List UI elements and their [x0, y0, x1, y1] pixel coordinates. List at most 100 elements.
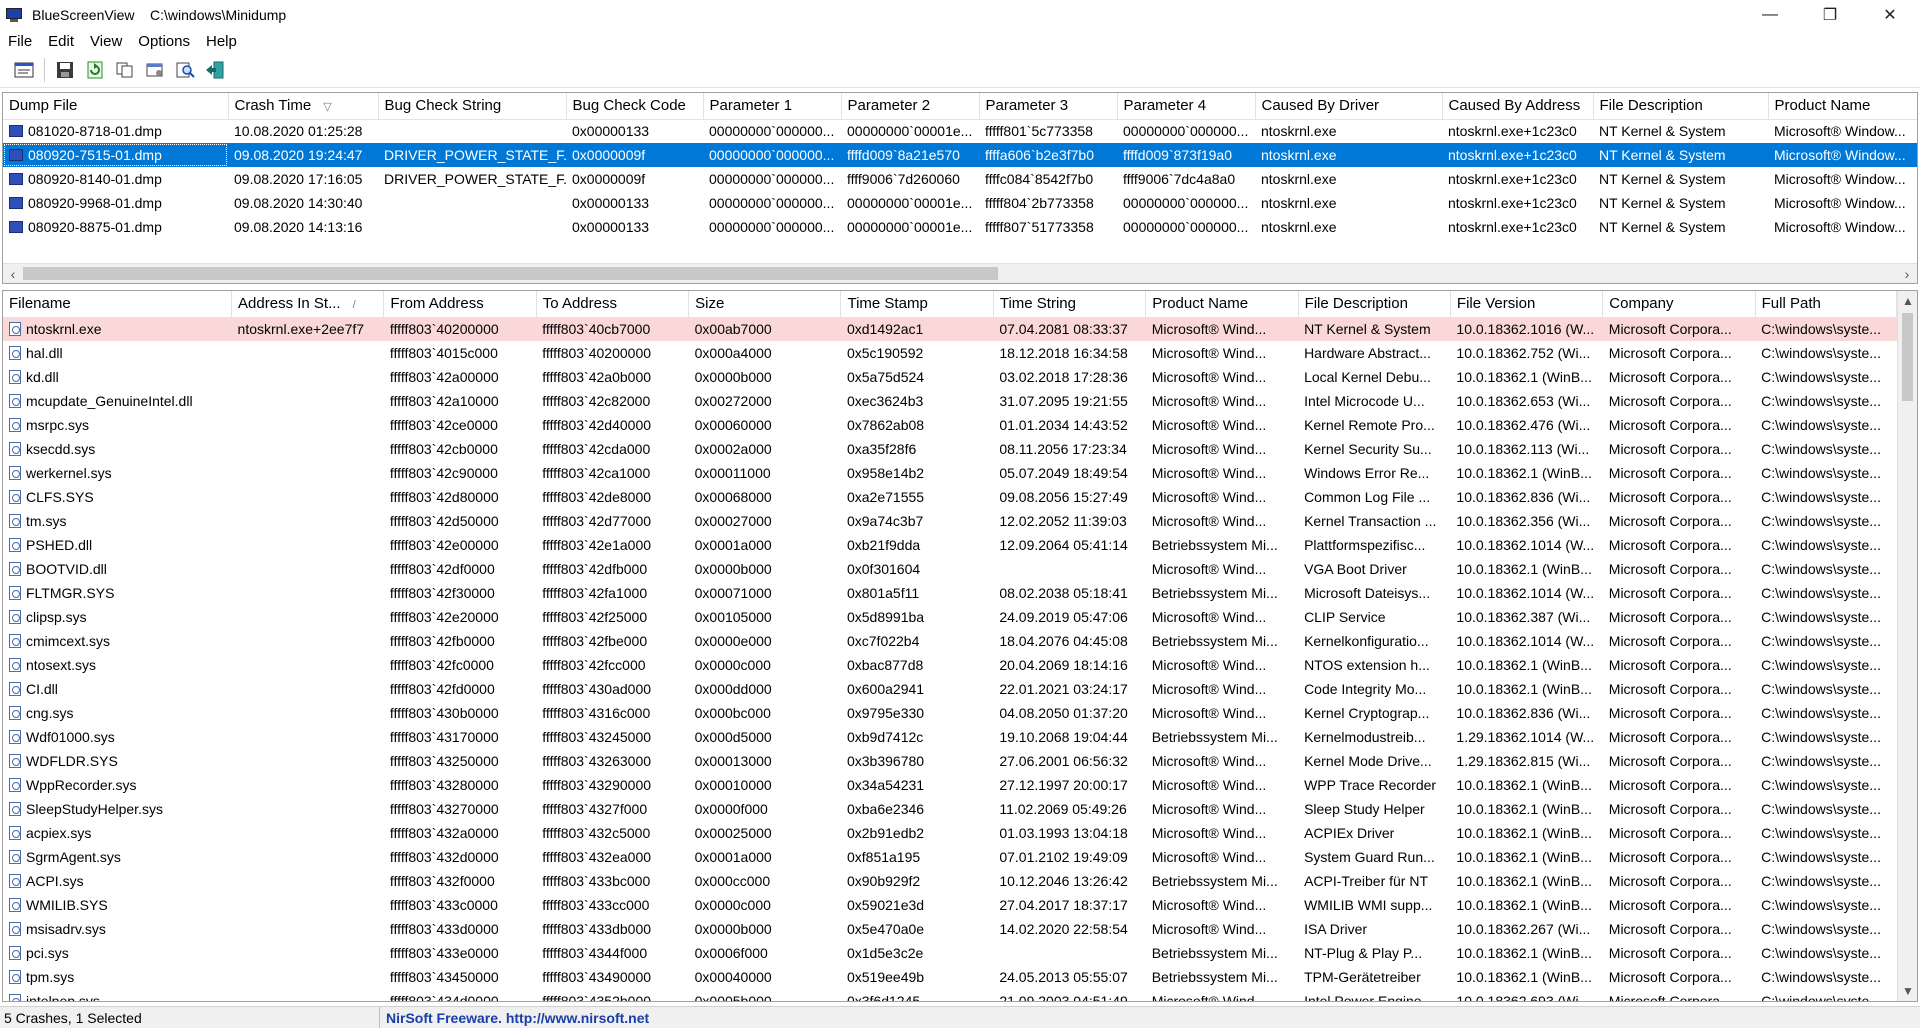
- module-row[interactable]: Wdf01000.sys fffff803`43170000 fffff803`43…: [3, 725, 1897, 749]
- close-button[interactable]: ✕: [1860, 0, 1920, 30]
- col-module-product-name[interactable]: Product Name: [1145, 291, 1299, 318]
- dump-row[interactable]: 080920-7515-01.dmp 09.08.2020 19:24:47 DRI…: [3, 143, 1917, 167]
- module-row[interactable]: PSHED.dll fffff803`42e00000 fffff803`42e1a…: [3, 533, 1897, 557]
- dump-row-label: 080920-8140-01.dmp: [28, 171, 162, 187]
- col-parameter-4[interactable]: Parameter 4: [1117, 93, 1256, 120]
- col-file-version[interactable]: File Version: [1450, 291, 1604, 318]
- module-row[interactable]: cng.sys fffff803`430b0000 fffff803`4316c00…: [3, 701, 1897, 725]
- dump-row-cell: 080920-7515-01.dmp: [3, 143, 228, 167]
- module-row-cell: 10.0.18362.113 (Wi...: [1456, 441, 1590, 457]
- col-product-name[interactable]: Product Name: [1768, 93, 1917, 120]
- col-time-stamp[interactable]: Time Stamp: [840, 291, 994, 318]
- module-row[interactable]: WppRecorder.sys fffff803`43280000 fffff803…: [3, 773, 1897, 797]
- col-company[interactable]: Company: [1602, 291, 1756, 318]
- col-dump-file[interactable]: Dump File: [3, 93, 229, 120]
- refresh-button[interactable]: [81, 56, 109, 84]
- scroll-left-icon[interactable]: ‹: [3, 264, 23, 283]
- module-row[interactable]: ACPI.sys fffff803`432f0000 fffff803`433bc0…: [3, 869, 1897, 893]
- scroll-thumb[interactable]: [1902, 313, 1913, 401]
- dump-horizontal-scrollbar[interactable]: ‹ ›: [3, 263, 1917, 283]
- module-row-cell: fffff803`4352b000: [542, 993, 652, 1002]
- scroll-thumb[interactable]: [23, 267, 998, 280]
- nirsoft-link[interactable]: NirSoft Freeware. http://www.nirsoft.net: [380, 1010, 649, 1026]
- module-row[interactable]: hal.dll fffff803`4015c000 fffff803`4020000…: [3, 341, 1897, 365]
- module-row-cell: fffff803`430b0000: [389, 705, 499, 721]
- menu-view[interactable]: View: [82, 33, 130, 50]
- module-row[interactable]: CLFS.SYS fffff803`42d80000 fffff803`42de80…: [3, 485, 1897, 509]
- module-row-cell: kd.dll: [3, 365, 232, 389]
- module-row[interactable]: ntoskrnl.exe ntoskrnl.exe+2ee7f7 fffff803`…: [3, 317, 1897, 341]
- module-row-cell: Microsoft® Wind...: [1151, 777, 1267, 793]
- find-button[interactable]: [171, 56, 199, 84]
- dump-row-label: 080920-8875-01.dmp: [28, 219, 162, 235]
- module-row[interactable]: WMILIB.SYS fffff803`433c0000 fffff803`433c…: [3, 893, 1897, 917]
- col-bug-check-code[interactable]: Bug Check Code: [566, 93, 704, 120]
- module-row[interactable]: tm.sys fffff803`42d50000 fffff803`42d77000…: [3, 509, 1897, 533]
- menu-file[interactable]: File: [0, 33, 40, 50]
- col-file-description[interactable]: File Description: [1593, 93, 1769, 120]
- window-controls: — ❐ ✕: [1740, 0, 1920, 30]
- menu-edit[interactable]: Edit: [40, 33, 82, 50]
- advanced-options-button[interactable]: [141, 56, 169, 84]
- col-to-address[interactable]: To Address: [536, 291, 690, 318]
- module-row[interactable]: SgrmAgent.sys fffff803`432d0000 fffff803`4…: [3, 845, 1897, 869]
- module-row[interactable]: pci.sys fffff803`433e0000 fffff803`4344f00…: [3, 941, 1897, 965]
- module-row[interactable]: msrpc.sys fffff803`42ce0000 fffff803`42d40…: [3, 413, 1897, 437]
- col-filename[interactable]: Filename: [3, 291, 233, 318]
- col-parameter-2[interactable]: Parameter 2: [841, 93, 980, 120]
- module-row-cell: 0x00105000: [694, 609, 772, 625]
- dump-row[interactable]: 080920-8875-01.dmp 09.08.2020 14:13:16 0x0…: [3, 215, 1917, 239]
- dump-row-cell: ntoskrnl.exe+1c23c0: [1448, 219, 1577, 235]
- toolbar-separator: [44, 57, 45, 82]
- module-row[interactable]: cmimcext.sys fffff803`42fb0000 fffff803`42…: [3, 629, 1897, 653]
- module-row[interactable]: ntosext.sys fffff803`42fc0000 fffff803`42f…: [3, 653, 1897, 677]
- module-row-cell: Microsoft® Wind...: [1151, 921, 1267, 937]
- properties-button[interactable]: [10, 56, 38, 84]
- dump-row[interactable]: 080920-9968-01.dmp 09.08.2020 14:30:40 0x0…: [3, 191, 1917, 215]
- scroll-down-icon[interactable]: ▼: [1898, 981, 1917, 1001]
- module-row[interactable]: SleepStudyHelper.sys fffff803`43270000 fff…: [3, 797, 1897, 821]
- module-row[interactable]: tpm.sys fffff803`43450000 fffff803`4349000…: [3, 965, 1897, 989]
- module-row[interactable]: kd.dll fffff803`42a00000 fffff803`42a0b000…: [3, 365, 1897, 389]
- module-row[interactable]: BOOTVID.dll fffff803`42df0000 fffff803`42d…: [3, 557, 1897, 581]
- menu-options[interactable]: Options: [130, 33, 198, 50]
- dump-row[interactable]: 081020-8718-01.dmp 10.08.2020 01:25:28 0x0…: [3, 119, 1917, 143]
- menu-help[interactable]: Help: [198, 33, 245, 50]
- col-bug-check-string[interactable]: Bug Check String: [378, 93, 567, 120]
- module-row[interactable]: FLTMGR.SYS fffff803`42f30000 fffff803`42fa…: [3, 581, 1897, 605]
- scroll-up-icon[interactable]: ▲: [1898, 291, 1917, 311]
- module-row-cell: 0x00071000: [694, 585, 772, 601]
- col-from-address[interactable]: From Address: [383, 291, 537, 318]
- col-full-path[interactable]: Full Path: [1755, 291, 1898, 318]
- module-row-cell: fffff803`433cc000: [542, 897, 650, 913]
- module-file-icon: [9, 538, 21, 552]
- save-button[interactable]: [51, 56, 79, 84]
- col-parameter-3[interactable]: Parameter 3: [979, 93, 1118, 120]
- module-row-cell: Microsoft Corpora...: [1608, 465, 1732, 481]
- maximize-button[interactable]: ❐: [1800, 0, 1860, 30]
- col-caused-by-address[interactable]: Caused By Address: [1442, 93, 1594, 120]
- col-address-in-stack[interactable]: Address In St... /: [231, 291, 385, 318]
- module-row[interactable]: mcupdate_GenuineIntel.dll fffff803`42a100…: [3, 389, 1897, 413]
- module-row[interactable]: clipsp.sys fffff803`42e20000 fffff803`42f2…: [3, 605, 1897, 629]
- module-file-icon: [9, 946, 21, 960]
- col-crash-time[interactable]: Crash Time ▽: [228, 93, 379, 120]
- col-size[interactable]: Size: [688, 291, 842, 318]
- col-module-file-description[interactable]: File Description: [1298, 291, 1451, 318]
- module-row[interactable]: WDFLDR.SYS fffff803`43250000 fffff803`4326…: [3, 749, 1897, 773]
- module-row[interactable]: werkernel.sys fffff803`42c90000 fffff803`4…: [3, 461, 1897, 485]
- module-row[interactable]: acpiex.sys fffff803`432a0000 fffff803`432c…: [3, 821, 1897, 845]
- module-row[interactable]: intelpep.sys fffff803`434d0000 fffff803`43…: [3, 989, 1897, 1002]
- scroll-right-icon[interactable]: ›: [1897, 264, 1917, 283]
- module-row[interactable]: msisadrv.sys fffff803`433d0000 fffff803`43…: [3, 917, 1897, 941]
- exit-button[interactable]: [201, 56, 229, 84]
- col-parameter-1[interactable]: Parameter 1: [703, 93, 842, 120]
- dump-row[interactable]: 080920-8140-01.dmp 09.08.2020 17:16:05 DRI…: [3, 167, 1917, 191]
- minimize-button[interactable]: —: [1740, 0, 1800, 30]
- module-vertical-scrollbar[interactable]: ▲ ▼: [1897, 291, 1917, 1001]
- col-time-string[interactable]: Time String: [993, 291, 1147, 318]
- col-caused-by-driver[interactable]: Caused By Driver: [1255, 93, 1443, 120]
- copy-button[interactable]: [111, 56, 139, 84]
- module-row[interactable]: CI.dll fffff803`42fd0000 fffff803`430ad000…: [3, 677, 1897, 701]
- module-row[interactable]: ksecdd.sys fffff803`42cb0000 fffff803`42cd…: [3, 437, 1897, 461]
